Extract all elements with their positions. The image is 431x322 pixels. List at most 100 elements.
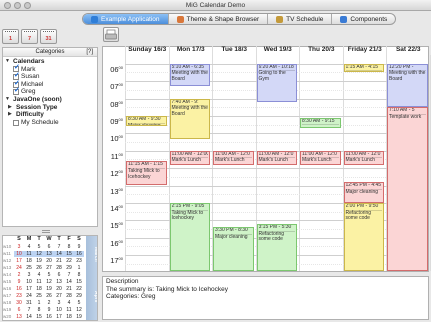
minical-day[interactable]: 25 <box>64 321 74 322</box>
calendar-event[interactable]: 7:10 AM - 5 Template work <box>387 107 428 271</box>
calendar-event[interactable]: 11:15 AM - 1:15 Taking Mick to Icehockey <box>126 161 167 186</box>
minical-day[interactable]: 21 <box>24 321 34 322</box>
minical-day[interactable]: 24 <box>24 293 34 299</box>
minical-day[interactable]: 28 <box>64 293 74 299</box>
calendar-event[interactable]: 8:30 AM - 9:15 <box>300 117 341 129</box>
minical-day[interactable]: 25 <box>34 293 44 299</box>
minical-day[interactable]: 9 <box>14 279 24 285</box>
tab-components[interactable]: Components <box>332 14 395 24</box>
minical-day[interactable]: 5 <box>74 300 84 306</box>
minical-day[interactable]: 3 <box>24 272 34 278</box>
minical-day[interactable]: 2 <box>14 272 24 278</box>
minical-day[interactable]: 15 <box>74 279 84 285</box>
minical-day[interactable]: 18 <box>24 258 34 264</box>
calendar-event[interactable]: 12:20 PM - Meeting with the Board <box>387 63 428 108</box>
view-31-day-button[interactable]: 31 <box>40 29 57 44</box>
view-7-day-button[interactable]: 7 <box>21 29 38 44</box>
minical-day[interactable]: 11 <box>24 250 34 257</box>
expand-triangle-icon[interactable]: ▼ <box>5 96 11 104</box>
tab-palette[interactable]: Theme & Shape Browser <box>169 14 269 24</box>
minical-day[interactable]: 13 <box>44 250 54 257</box>
minical-day[interactable]: 23 <box>14 293 24 299</box>
minical-day[interactable]: 4 <box>64 300 74 306</box>
minical-day[interactable]: 7 <box>24 307 34 313</box>
calendar-event[interactable]: 11:00 AM - 12:0 Mark's Lunch <box>256 150 297 165</box>
minical-day[interactable]: 13 <box>14 314 24 320</box>
calendar-event[interactable]: 3:30 PM - 8:30 Major cleaning <box>213 227 254 271</box>
category-item[interactable]: Greg <box>5 87 95 96</box>
minical-day[interactable]: 13 <box>54 279 64 285</box>
calendar-event[interactable]: 2:00 PM - 9:50 Refactoring some code <box>343 202 384 271</box>
calendar-event[interactable]: 11:00 AM - 12:0 Mark's Lunch <box>343 150 384 165</box>
calendar-event[interactable]: 6:20 AM - 10:18 Going to the Gym <box>256 63 297 102</box>
calendar-event[interactable]: 12:45 PM - 4:45 Major cleaning <box>343 182 384 203</box>
minical-day[interactable]: 17 <box>24 286 34 292</box>
minical-day[interactable]: 20 <box>44 258 54 264</box>
calendar-event[interactable]: 8:30 AM - 9:30 Major cleaning <box>126 115 167 127</box>
day-header[interactable]: Thu 20/3 <box>299 46 343 55</box>
calendar-event[interactable]: 11:00 AM - 12:0 Mark's Lunch <box>213 150 254 165</box>
tab-tv[interactable]: TV Schedule <box>268 14 333 24</box>
expand-triangle-icon[interactable]: ▶ <box>8 111 14 119</box>
minical-day[interactable]: 9 <box>74 244 84 250</box>
calendar-event[interactable]: 2:15 PM - 9:05 Taking Mick to Icehockey <box>169 202 210 271</box>
minical-day[interactable]: 7 <box>54 244 64 250</box>
minical-day[interactable]: 3 <box>14 244 24 250</box>
minical-day[interactable]: 10 <box>24 279 34 285</box>
minical-day[interactable]: 20 <box>54 286 64 292</box>
minical-day[interactable]: 21 <box>54 258 64 264</box>
day-header[interactable]: Sunday 16/3 <box>125 46 169 55</box>
calendar-event[interactable]: 5:10 AM - 6:35 Meeting with the Board <box>169 63 210 87</box>
minical-day[interactable]: 11 <box>64 307 74 313</box>
minical-day[interactable]: 4 <box>34 272 44 278</box>
minical-day[interactable]: 19 <box>44 286 54 292</box>
minical-day[interactable]: 22 <box>74 286 84 292</box>
minical-day[interactable]: 12 <box>74 307 84 313</box>
minical-day[interactable]: 8 <box>64 244 74 250</box>
help-link[interactable]: [?] <box>86 48 93 57</box>
minical-day[interactable]: 6 <box>44 244 54 250</box>
minical-day[interactable]: 16 <box>44 314 54 320</box>
minical-day[interactable]: 30 <box>14 300 24 306</box>
minical-day[interactable]: 16 <box>74 250 84 257</box>
minical-day[interactable]: 17 <box>54 314 64 320</box>
minical-day[interactable]: 26 <box>44 293 54 299</box>
minical-day[interactable]: 24 <box>54 321 64 322</box>
category-item[interactable]: ▶ Session Type <box>5 104 95 112</box>
calendar-event[interactable]: 3:15 PM - 5:30 Refactoring some code <box>256 223 297 271</box>
minical-day[interactable]: 5 <box>44 272 54 278</box>
minical-day[interactable]: 26 <box>74 321 84 322</box>
minical-day[interactable]: 18 <box>64 314 74 320</box>
calendar-event[interactable]: 7:40 AM - 9: Meeting with the Board <box>169 98 210 139</box>
split-grip[interactable] <box>42 230 50 233</box>
minical-day[interactable]: 1 <box>74 265 84 271</box>
minical-day[interactable]: 23 <box>44 321 54 322</box>
expand-triangle-icon[interactable]: ▶ <box>8 104 14 112</box>
minical-day[interactable]: 15 <box>64 250 74 257</box>
calendar-event[interactable]: 1:15 AM - 4:15 <box>343 63 384 73</box>
minical-day[interactable]: 2 <box>44 300 54 306</box>
minical-day[interactable]: 19 <box>74 314 84 320</box>
category-checkbox[interactable] <box>13 87 20 96</box>
minical-day[interactable]: 22 <box>34 321 44 322</box>
minical-day[interactable]: 5 <box>34 244 44 250</box>
minical-day[interactable]: 27 <box>54 293 64 299</box>
minical-day[interactable]: 6 <box>54 272 64 278</box>
day-header[interactable]: Sat 22/3 <box>386 46 430 55</box>
minical-day[interactable]: 15 <box>34 314 44 320</box>
minical-day[interactable]: 23 <box>74 258 84 264</box>
expand-triangle-icon[interactable]: ▼ <box>5 58 11 66</box>
minical-day[interactable]: 1 <box>34 300 44 306</box>
minical-day[interactable]: 7 <box>64 272 74 278</box>
minical-day[interactable]: 27 <box>44 265 54 271</box>
minical-day[interactable]: 4 <box>24 244 34 250</box>
calendar-event[interactable]: 11:00 AM - 12:0 Mark's Lunch <box>300 150 341 165</box>
minical-day[interactable]: 28 <box>54 265 64 271</box>
minical-day[interactable]: 16 <box>14 286 24 292</box>
day-header[interactable]: Mon 17/3 <box>168 46 213 55</box>
minical-day[interactable]: 29 <box>74 293 84 299</box>
minical-day[interactable]: 9 <box>44 307 54 313</box>
minical-day[interactable]: 11 <box>34 279 44 285</box>
day-header[interactable]: Tue 18/3 <box>212 46 256 55</box>
minical-day[interactable]: 24 <box>14 265 24 271</box>
